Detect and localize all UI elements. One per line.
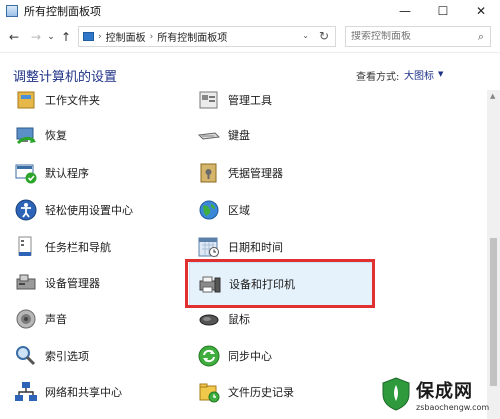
device-manager-icon — [14, 271, 38, 295]
region-icon — [197, 198, 221, 222]
mouse-icon — [197, 307, 221, 331]
item-label: 工作文件夹 — [45, 94, 100, 107]
item-label: 恢复 — [45, 129, 67, 142]
date-time-icon — [197, 235, 221, 259]
file-history-icon — [197, 380, 221, 404]
watermark-main: 保成网 — [416, 380, 473, 402]
view-by-label: 查看方式: — [356, 72, 400, 83]
item-network-sharing[interactable]: 网络和共享中心 — [14, 379, 174, 405]
admin-tools-icon — [197, 90, 221, 112]
item-taskbar-navigation[interactable]: 任务栏和导航 — [14, 234, 174, 260]
item-label: 索引选项 — [45, 350, 89, 363]
scrollbar-thumb[interactable] — [490, 238, 497, 386]
breadcrumb-separator-icon: › — [98, 31, 102, 42]
item-mouse[interactable]: 鼠标 — [197, 306, 367, 332]
watermark-url: zsbaochengw.com — [416, 402, 490, 412]
item-label: 日期和时间 — [228, 241, 283, 254]
breadcrumb-control-panel[interactable]: 控制面板 — [106, 29, 146, 44]
sync-center-icon — [197, 344, 221, 368]
devices-printers-icon — [198, 272, 222, 296]
up-arrow-icon[interactable]: ↑ — [58, 30, 74, 44]
indexing-icon — [14, 344, 38, 368]
maximize-button[interactable]: ☐ — [424, 0, 462, 22]
view-by-value: 大图标 — [404, 70, 434, 82]
address-bar[interactable]: › 控制面板 › 所有控制面板项 ⌄ ↻ — [78, 26, 336, 47]
vertical-scrollbar[interactable]: ▲ — [487, 90, 500, 419]
item-ease-of-access[interactable]: 轻松使用设置中心 — [14, 197, 174, 223]
back-arrow-icon[interactable]: ← — [6, 30, 22, 44]
control-panel-location-icon — [83, 32, 94, 41]
default-programs-icon — [14, 161, 38, 185]
item-label: 网络和共享中心 — [45, 386, 122, 399]
scroll-up-icon[interactable]: ▲ — [490, 92, 495, 100]
item-keyboard[interactable]: 键盘 — [197, 122, 367, 148]
page-title: 调整计算机的设置 — [13, 70, 118, 85]
item-label: 文件历史记录 — [228, 386, 294, 399]
recent-locations-icon[interactable]: ⌄ — [46, 32, 56, 42]
item-label: 管理工具 — [228, 94, 272, 107]
item-label: 鼠标 — [228, 313, 250, 326]
navigation-bar: ← → ⌄ ↑ › 控制面板 › 所有控制面板项 ⌄ ↻ ⌕ — [0, 25, 500, 49]
item-indexing-options[interactable]: 索引选项 — [14, 343, 174, 369]
close-button[interactable]: ✕ — [462, 0, 500, 22]
item-work-folders[interactable]: 工作文件夹 — [14, 90, 174, 113]
watermark-text: 保成网 zsbaochengw.com — [416, 377, 489, 412]
dropdown-arrow-icon: ▼ — [438, 70, 444, 78]
search-input[interactable] — [346, 31, 466, 42]
item-device-manager[interactable]: 设备管理器 — [14, 270, 174, 296]
work-folders-icon — [14, 90, 38, 112]
item-label: 任务栏和导航 — [45, 241, 111, 254]
item-label: 声音 — [45, 313, 67, 326]
item-label: 设备管理器 — [45, 277, 100, 290]
window-controls: — ☐ ✕ — [386, 0, 500, 22]
shield-logo-icon — [380, 376, 412, 412]
item-label: 凭据管理器 — [228, 167, 283, 180]
credential-manager-icon — [197, 161, 221, 185]
breadcrumb-separator-icon: › — [149, 31, 154, 42]
minimize-button[interactable]: — — [386, 0, 424, 22]
window-title: 所有控制面板项 — [24, 5, 101, 18]
forward-arrow-icon[interactable]: → — [28, 30, 44, 44]
keyboard-icon — [197, 123, 221, 147]
sound-icon — [14, 307, 38, 331]
header-divider — [0, 52, 500, 53]
item-default-programs[interactable]: 默认程序 — [14, 160, 174, 186]
item-label: 设备和打印机 — [229, 278, 295, 291]
view-by-dropdown[interactable]: 大图标 ▼ — [400, 65, 447, 83]
watermark: 保成网 zsbaochengw.com — [380, 372, 498, 416]
title-bar: 所有控制面板项 — ☐ ✕ — [0, 0, 500, 22]
chevron-down-icon[interactable]: ⌄ — [302, 31, 309, 40]
item-label: 同步中心 — [228, 350, 272, 363]
item-sound[interactable]: 声音 — [14, 306, 174, 332]
item-sync-center[interactable]: 同步中心 — [197, 343, 367, 369]
search-icon[interactable]: ⌕ — [478, 30, 484, 44]
network-icon — [14, 380, 38, 404]
item-admin-tools[interactable]: 管理工具 — [197, 90, 367, 113]
item-label: 默认程序 — [45, 167, 89, 180]
item-credential-manager[interactable]: 凭据管理器 — [197, 160, 367, 186]
control-panel-app-icon — [6, 5, 18, 17]
control-panel-items: 工作文件夹 恢复 默认程序 轻松使用设置中心 任务栏和导航 设备管理器 声音 索… — [0, 90, 484, 419]
ease-of-access-icon — [14, 198, 38, 222]
item-devices-printers[interactable]: 设备和打印机 — [189, 262, 373, 306]
item-label: 轻松使用设置中心 — [45, 204, 133, 217]
refresh-icon[interactable]: ↻ — [319, 29, 329, 43]
item-file-history[interactable]: 文件历史记录 — [197, 379, 367, 405]
breadcrumb-all-items[interactable]: 所有控制面板项 — [157, 29, 227, 44]
item-label: 键盘 — [228, 129, 250, 142]
item-recovery[interactable]: 恢复 — [14, 122, 174, 148]
item-date-time[interactable]: 日期和时间 — [197, 234, 367, 260]
item-label: 区域 — [228, 204, 250, 217]
item-region[interactable]: 区域 — [197, 197, 367, 223]
search-box[interactable]: ⌕ — [345, 26, 491, 47]
taskbar-icon — [14, 235, 38, 259]
recovery-icon — [14, 123, 38, 147]
